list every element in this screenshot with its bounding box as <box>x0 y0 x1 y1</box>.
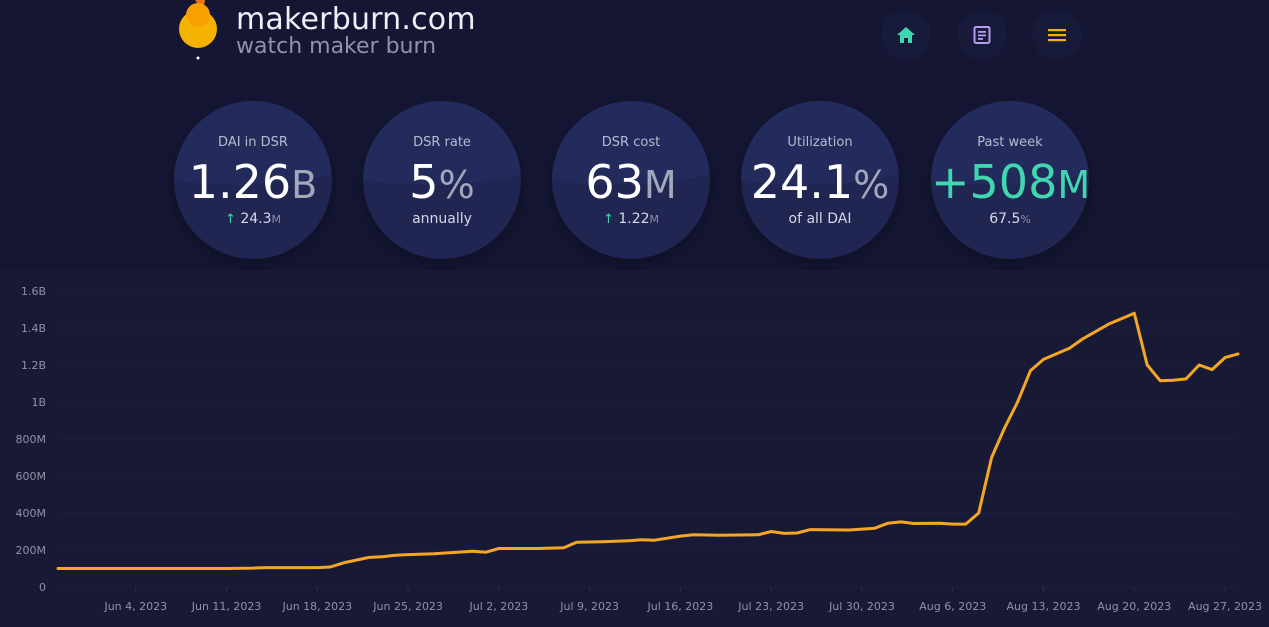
stat-value: 24.1% <box>741 155 899 212</box>
arrow-up-icon: ↑ <box>224 212 236 227</box>
dsr-chart[interactable]: 0 200M 400M 600M 800M 1B 1.2B 1.4B 1.6B Jun 4, 20… <box>0 270 1269 627</box>
page: makerburn.com watch maker burn DAI in DS… <box>0 0 1269 627</box>
y-tick-label: 1B <box>31 396 46 409</box>
stat-number: +508 <box>931 155 1058 209</box>
site-tagline: watch maker burn <box>236 34 437 59</box>
x-tick-label: Jul 30, 2023 <box>828 600 895 613</box>
stat-number: 63 <box>585 155 644 209</box>
y-tick-label: 0 <box>39 581 46 594</box>
stat-number: 1.26 <box>188 155 292 209</box>
y-tick-label: 400M <box>16 507 47 520</box>
caption-unit: % <box>1020 213 1031 226</box>
y-tick-label: 600M <box>16 470 47 483</box>
x-tick-label: Jun 4, 2023 <box>103 600 167 613</box>
x-tick-label: Jul 2, 2023 <box>468 600 528 613</box>
x-tick-label: Aug 20, 2023 <box>1097 600 1171 613</box>
site-title[interactable]: makerburn.com <box>236 3 476 37</box>
stat-label: Utilization <box>787 135 853 150</box>
y-tick-label: 1.6B <box>21 285 46 298</box>
stat-caption: 67.5% <box>931 211 1089 227</box>
menu-button[interactable] <box>1032 10 1082 60</box>
delta-value: 1.22 <box>618 211 650 227</box>
x-tick-label: Jul 9, 2023 <box>559 600 619 613</box>
x-tick-label: Aug 13, 2023 <box>1007 600 1081 613</box>
stat-unit: M <box>1057 163 1089 207</box>
stat-label: DSR cost <box>601 135 661 150</box>
brand: makerburn.com watch maker burn <box>236 3 476 59</box>
x-tick-label: Jun 18, 2023 <box>282 600 353 613</box>
stat-number: 5 <box>409 155 439 209</box>
delta-unit: M <box>649 213 660 226</box>
stat-unit: % <box>438 163 475 207</box>
y-tick-label: 200M <box>16 544 47 557</box>
stat-unit: % <box>853 163 890 207</box>
stat-value: 5% <box>363 155 521 212</box>
home-button[interactable] <box>881 10 931 60</box>
stat-label: DAI in DSR <box>218 135 288 150</box>
stat-unit: B <box>291 163 318 207</box>
docs-button[interactable] <box>957 10 1007 60</box>
menu-icon <box>1048 29 1066 42</box>
flame-logo-icon[interactable] <box>175 0 221 62</box>
y-tick-label: 800M <box>16 433 47 446</box>
delta-value: 24.3 <box>240 211 272 227</box>
home-icon <box>897 27 915 43</box>
stat-label: Past week <box>977 135 1043 150</box>
stat-caption: annually <box>412 211 472 227</box>
stat-label: DSR rate <box>413 135 471 150</box>
arrow-up-icon: ↑ <box>602 212 614 227</box>
delta-unit: M <box>271 213 282 226</box>
series-line[interactable] <box>56 311 1240 570</box>
stat-delta: ↑ 1.22M <box>552 211 710 227</box>
dsr-line-chart[interactable]: 0 200M 400M 600M 800M 1B 1.2B 1.4B 1.6B Jun 4, 20… <box>0 270 1269 627</box>
stat-past-week: Past week +508M 67.5% <box>931 101 1089 259</box>
stat-dsr-cost: DSR cost 63M ↑ 1.22M <box>552 101 710 259</box>
stat-dai-in-dsr: DAI in DSR 1.26B ↑ 24.3M <box>174 101 332 259</box>
document-icon <box>973 26 991 44</box>
x-tick-label: Jul 23, 2023 <box>737 600 804 613</box>
stat-number: 24.1 <box>750 155 854 209</box>
y-tick-label: 1.4B <box>21 322 46 335</box>
x-tick-label: Jun 11, 2023 <box>191 600 262 613</box>
stat-value: 1.26B <box>174 155 332 212</box>
stat-delta: ↑ 24.3M <box>174 211 332 227</box>
stat-value: 63M <box>552 155 710 212</box>
x-tick-label: Aug 27, 2023 <box>1188 600 1262 613</box>
x-tick-label: Aug 6, 2023 <box>919 600 986 613</box>
stat-dsr-rate: DSR rate 5% annually <box>363 101 521 259</box>
stat-caption: of all DAI <box>788 211 852 227</box>
x-tick-label: Jun 25, 2023 <box>372 600 443 613</box>
stat-utilization: Utilization 24.1% of all DAI <box>741 101 899 259</box>
x-tick-label: Jul 16, 2023 <box>647 600 714 613</box>
stat-unit: M <box>643 163 677 207</box>
y-tick-label: 1.2B <box>21 359 46 372</box>
stat-value: +508M <box>931 155 1089 212</box>
caption-value: 67.5 <box>989 211 1021 227</box>
